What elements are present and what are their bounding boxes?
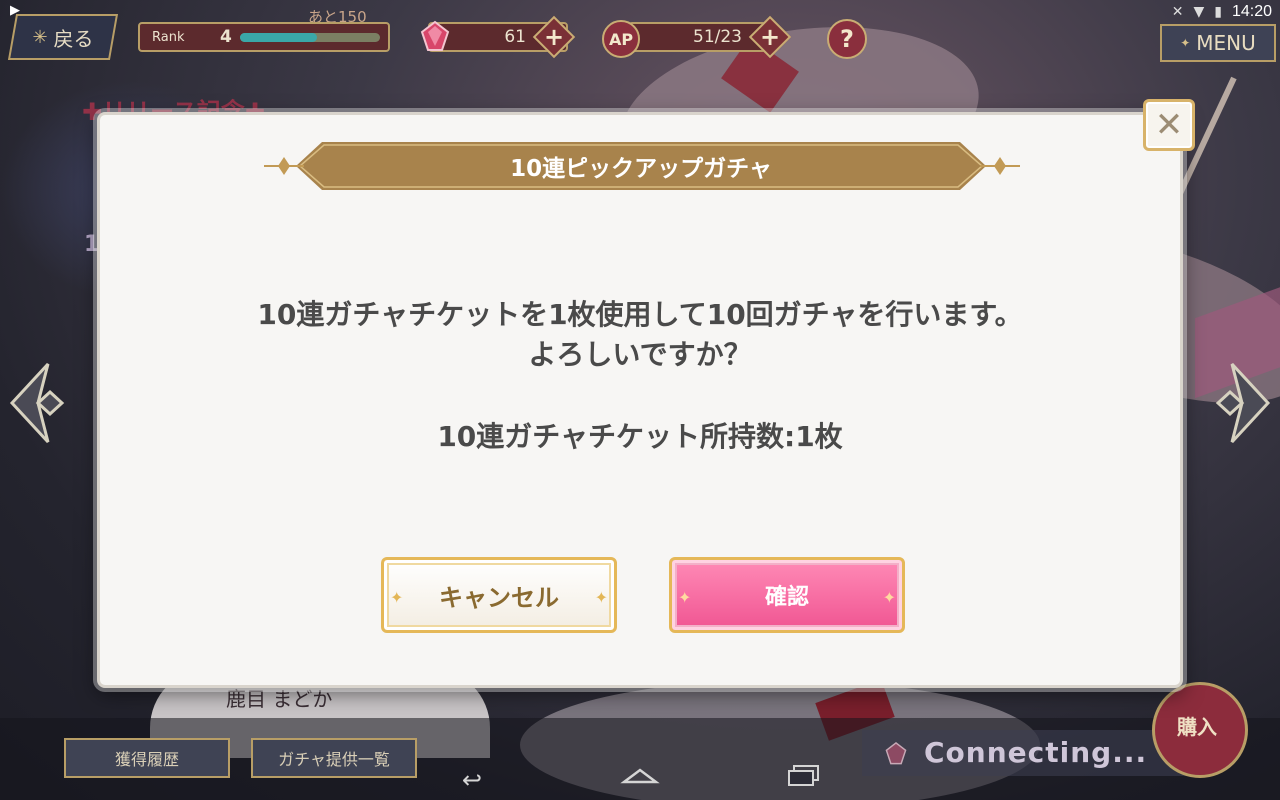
nav-home-icon[interactable] — [620, 766, 660, 786]
connecting-gem-icon — [885, 742, 907, 765]
gacha-list-button[interactable]: ガチャ提供一覧 — [251, 738, 417, 778]
history-button[interactable]: 獲得履歴 — [64, 738, 230, 778]
connecting-indicator: Connecting... — [862, 730, 1202, 776]
next-banner-arrow-icon[interactable] — [1200, 362, 1272, 444]
rank-value: 4 — [220, 27, 232, 47]
connecting-text: Connecting... — [924, 736, 1148, 769]
back-button[interactable]: ✳ 戻る — [7, 14, 119, 60]
battery-icon: ▮ — [1214, 4, 1222, 20]
magic-stone-icon — [420, 20, 450, 51]
close-dialog-button[interactable]: ✕ — [1143, 99, 1195, 151]
ticket-count-text: 10連ガチャチケット所持数:1枚 — [437, 420, 843, 453]
help-button[interactable]: ? — [827, 19, 867, 59]
dialog-title: 10連ピックアップガチャ — [510, 156, 772, 182]
title-right-sparkle-icon — [980, 157, 1020, 175]
ap-value: 51/23 — [693, 27, 742, 47]
nav-back-icon[interactable]: ↩ — [462, 766, 482, 794]
clock: 14:20 — [1231, 3, 1272, 20]
close-icon: ✕ — [1154, 105, 1184, 145]
deco-right-icon: ✦ — [594, 588, 608, 607]
vibrate-off-icon: ✕ — [1171, 4, 1184, 20]
dialog-title-bar: 10連ピックアップガチャ — [296, 140, 986, 192]
title-left-sparkle-icon — [264, 157, 304, 175]
sparkle-icon: ✳ — [32, 26, 48, 48]
confirm-button[interactable]: ✦ 確認 ✦ — [669, 557, 905, 633]
wifi-icon: ▼ — [1193, 4, 1205, 20]
dialog-message-line2: よろしいですか？ — [528, 338, 752, 371]
buy-label: 購入 — [1177, 715, 1217, 739]
menu-button[interactable]: ✦ MENU — [1160, 24, 1276, 62]
rank-exp-fill — [240, 33, 317, 42]
gem-count: 61 — [504, 27, 526, 47]
menu-dot-icon: ✦ — [1180, 36, 1191, 50]
dialog-message-line1: 10連ガチャチケットを1枚使用して10回ガチャを行います。 — [257, 298, 1023, 331]
rank-exp-track — [240, 33, 380, 42]
ap-badge: AP — [602, 20, 640, 58]
buy-button[interactable]: 購入 — [1152, 682, 1248, 778]
back-label: 戻る — [53, 26, 94, 51]
confirm-label: 確認 — [764, 585, 809, 610]
rank-label: Rank — [152, 30, 185, 45]
rank-bar: Rank 4 — [138, 22, 390, 52]
menu-label: MENU — [1196, 31, 1256, 55]
gacha-confirm-dialog: 10連ピックアップガチャ 10連ガチャチケットを1枚使用して10回ガチャを行いま… — [97, 112, 1183, 688]
deco-right-icon: ✦ — [882, 588, 896, 607]
cancel-label: キャンセル — [439, 583, 559, 612]
prev-banner-arrow-icon[interactable] — [8, 362, 80, 444]
nav-recents-icon[interactable] — [786, 764, 822, 786]
deco-left-icon: ✦ — [678, 588, 692, 607]
deco-left-icon: ✦ — [390, 588, 404, 607]
cancel-button[interactable]: ✦ キャンセル ✦ — [381, 557, 617, 633]
